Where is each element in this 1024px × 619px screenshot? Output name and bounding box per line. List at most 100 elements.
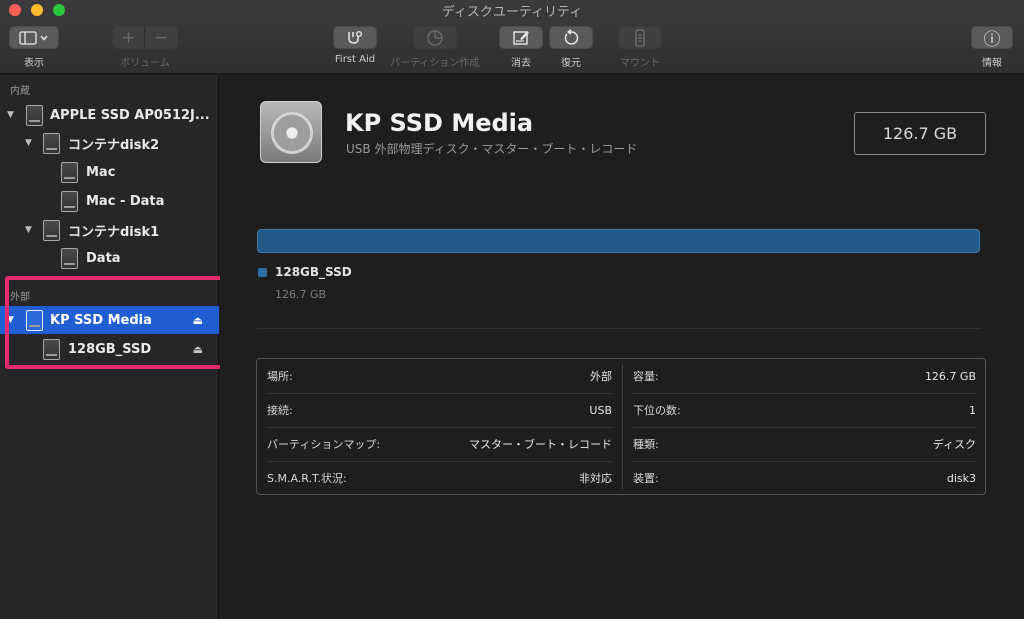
partition-label: パーティション作成 (390, 58, 480, 69)
partition-size: 126.7 GB (275, 288, 327, 301)
mount-button[interactable] (618, 26, 662, 49)
sidebar-item-label: Data (86, 250, 121, 266)
device-subtitle: USB 外部物理ディスク・マスター・ブート・レコード (346, 142, 638, 156)
hard-disk-icon (260, 101, 322, 163)
disclosure-triangle-icon[interactable]: ▼ (25, 225, 32, 235)
info-value: 外部 (590, 370, 612, 383)
pie-partition-icon (427, 29, 443, 46)
first-aid-label: First Aid (334, 54, 376, 65)
mount-label: マウント (620, 58, 660, 69)
info-row-capacity: 容量: 126.7 GB (623, 359, 986, 393)
plus-icon: + (121, 27, 136, 48)
volume-icon (43, 339, 60, 360)
volume-icon (61, 191, 78, 212)
sidebar-item-label: 128GB_SSD (68, 341, 152, 357)
info-value: disk3 (946, 471, 976, 485)
info-value: USB (589, 403, 612, 417)
divider (257, 328, 981, 329)
eject-icon[interactable]: ⏏ (193, 343, 203, 356)
sidebar-item-apple-ssd[interactable]: ▼ APPLE SSD AP0512J... (0, 101, 219, 129)
info-row-type: 種類: ディスク (623, 427, 986, 461)
sidebar-toggle-icon (19, 30, 48, 45)
add-volume-button[interactable]: + (112, 26, 145, 49)
restore-group: 復元 (549, 26, 593, 69)
internal-disk-icon (26, 105, 43, 126)
mount-icon (635, 28, 645, 47)
external-section-header: 外部 (10, 292, 30, 303)
sidebar-item-label: APPLE SSD AP0512J... (50, 107, 210, 123)
partition-name: 128GB_SSD (275, 265, 352, 279)
info-key: 装置: (633, 472, 659, 485)
volume-label: ボリューム (120, 58, 170, 69)
toolbar: ディスクユーティリティ 表示 + − ボリューム First Aid パーティシ… (0, 0, 1024, 74)
view-button[interactable] (9, 26, 59, 49)
eject-icon[interactable]: ⏏ (193, 314, 203, 327)
erase-label: 消去 (511, 58, 531, 69)
partition-group: パーティション作成 (390, 26, 479, 69)
info-row-device: 装置: disk3 (623, 461, 986, 495)
info-row-child-count: 下位の数: 1 (623, 393, 986, 427)
sidebar-item-label: コンテナdisk2 (68, 137, 160, 153)
main-panel: KP SSD Media USB 外部物理ディスク・マスター・ブート・レコード … (220, 75, 1024, 619)
info-row-partition-map: パーティションマップ: マスター・ブート・レコード (257, 427, 622, 461)
restore-label: 復元 (561, 58, 581, 69)
erase-button[interactable] (499, 26, 543, 49)
minus-icon: − (154, 27, 169, 48)
partition-color-swatch (258, 268, 267, 277)
sidebar-item-128gb-ssd[interactable]: 128GB_SSD ⏏ (0, 335, 219, 363)
info-value: 126.7 GB (924, 369, 976, 383)
stethoscope-icon (348, 30, 362, 44)
volume-icon (61, 162, 78, 183)
internal-section-header: 内蔵 (10, 86, 30, 97)
view-label: 表示 (24, 58, 44, 69)
disclosure-triangle-icon[interactable]: ▼ (25, 138, 32, 148)
info-button[interactable]: ⓘ (971, 26, 1013, 50)
info-value: マスター・ブート・レコード (469, 438, 612, 451)
mount-group: マウント (618, 26, 662, 69)
capacity-badge: 126.7 GB (854, 112, 986, 155)
info-key: 場所: (267, 370, 293, 383)
info-key: 接続: (267, 404, 293, 417)
info-value: ディスク (932, 438, 976, 451)
disclosure-triangle-icon[interactable]: ▼ (7, 110, 14, 120)
info-group: ⓘ 情報 (971, 26, 1013, 69)
restore-button[interactable] (549, 26, 593, 49)
sidebar-item-kp-ssd-media[interactable]: ▼ KP SSD Media ⏏ (0, 306, 219, 334)
volume-group: + − ボリューム (112, 26, 178, 69)
sidebar-item-label: コンテナdisk1 (68, 224, 160, 240)
sidebar-item-label: Mac (86, 164, 116, 180)
partition-usage-bar (257, 229, 980, 253)
first-aid-group: First Aid (333, 26, 377, 65)
info-key: S.M.A.R.T.状況: (267, 472, 347, 485)
info-table: 場所: 外部 容量: 126.7 GB 接続: USB 下位の数: 1 パーティ… (256, 358, 986, 495)
container-icon (43, 133, 60, 154)
sidebar-item-mac[interactable]: Mac (0, 158, 219, 186)
sidebar-item-container-disk2[interactable]: ▼ コンテナdisk2 (0, 129, 219, 157)
partition-button[interactable] (412, 26, 457, 49)
volume-buttons: + − (112, 26, 178, 49)
erase-group: 消去 (499, 26, 543, 69)
info-value: 非対応 (579, 472, 612, 485)
info-value: 1 (969, 403, 976, 417)
info-row-connection: 接続: USB (257, 393, 622, 427)
info-key: 下位の数: (633, 404, 681, 417)
disclosure-triangle-icon[interactable]: ▼ (7, 315, 14, 325)
volume-icon (61, 248, 78, 269)
restore-icon (564, 28, 579, 45)
erase-icon (513, 30, 529, 45)
sidebar-item-data[interactable]: Data (0, 244, 219, 272)
info-key: パーティションマップ: (267, 438, 381, 451)
sidebar-item-label: Mac - Data (86, 193, 165, 209)
first-aid-button[interactable] (333, 26, 377, 49)
info-label: 情報 (982, 58, 1002, 69)
external-disk-icon (26, 310, 43, 331)
info-key: 容量: (633, 370, 659, 383)
window-title: ディスクユーティリティ (441, 5, 583, 20)
info-row-location: 場所: 外部 (257, 359, 622, 393)
sidebar-item-mac-data[interactable]: Mac - Data (0, 187, 219, 215)
sidebar-item-label: KP SSD Media (50, 312, 152, 328)
sidebar-item-container-disk1[interactable]: ▼ コンテナdisk1 (0, 216, 219, 244)
sidebar: 内蔵 ▼ APPLE SSD AP0512J... ▼ コンテナdisk2 Ma… (0, 75, 219, 619)
info-icon: ⓘ (983, 30, 1001, 50)
remove-volume-button[interactable]: − (145, 26, 178, 49)
